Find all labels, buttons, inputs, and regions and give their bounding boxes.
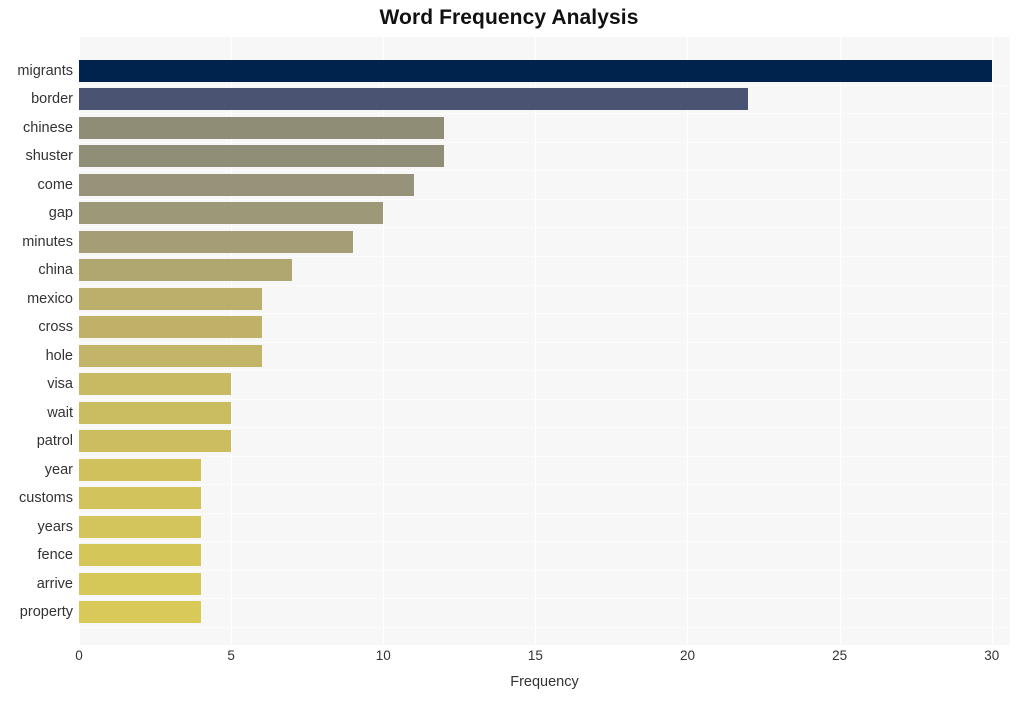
gridline-horizontal: [79, 484, 1010, 485]
bar: [79, 145, 445, 168]
chart-title: Word Frequency Analysis: [379, 6, 639, 29]
y-axis-tick-label: patrol: [36, 433, 73, 450]
bar: [79, 572, 201, 595]
gridline-horizontal: [79, 598, 1010, 599]
y-axis-tick-label: china: [38, 262, 73, 279]
bar: [79, 601, 201, 624]
y-axis-tick-label: year: [44, 461, 73, 478]
y-axis-tick-label: mexico: [27, 290, 73, 307]
x-axis-title: Frequency: [510, 674, 579, 690]
y-axis-tick-label: hole: [45, 347, 73, 364]
gridline-horizontal: [79, 85, 1010, 86]
gridline-horizontal: [79, 541, 1010, 542]
y-axis-tick-label: years: [37, 518, 73, 535]
gridline-vertical: [687, 37, 689, 645]
gridline-horizontal: [79, 399, 1010, 400]
gridline-horizontal: [79, 513, 1010, 514]
x-axis-tick-label: 10: [375, 648, 391, 663]
gridline-horizontal: [79, 170, 1010, 171]
y-axis-tick-label: shuster: [25, 148, 73, 165]
y-axis-tick-label: property: [19, 604, 73, 621]
bar: [79, 88, 749, 111]
bar: [79, 430, 232, 453]
gridline-horizontal: [79, 142, 1010, 143]
bar: [79, 116, 445, 139]
gridline-horizontal: [79, 285, 1010, 286]
bar: [79, 487, 201, 510]
y-axis-tick-label: wait: [47, 404, 73, 421]
y-axis-tick-label: customs: [19, 490, 73, 507]
y-axis-tick-label: cross: [38, 319, 73, 336]
gridline-horizontal: [79, 313, 1010, 314]
plot-area: [79, 37, 1010, 645]
y-axis-tick-label: chinese: [23, 119, 73, 136]
word-frequency-bar-chart: Word Frequency Analysis migrants border ch…: [0, 0, 1018, 701]
gridline-horizontal: [79, 370, 1010, 371]
gridline-horizontal: [79, 342, 1010, 343]
y-axis-tick-labels: migrants border chinese shuster come gap minut…: [0, 37, 73, 645]
y-axis-tick-label: migrants: [17, 62, 73, 79]
y-axis-tick-label: come: [37, 176, 73, 193]
bar: [79, 373, 232, 396]
gridline-vertical: [991, 37, 993, 645]
gridline-horizontal: [79, 456, 1010, 457]
bar: [79, 59, 992, 82]
x-axis-tick-label: 0: [75, 648, 83, 663]
gridline-horizontal: [79, 199, 1010, 200]
gridline-vertical: [839, 37, 841, 645]
gridline-horizontal: [79, 570, 1010, 571]
x-axis-tick-labels: 0 5 10 15 20 25 30: [0, 648, 1018, 670]
x-axis-tick-label: 5: [227, 648, 235, 663]
y-axis-tick-label: arrive: [36, 575, 73, 592]
y-axis-tick-label: fence: [37, 547, 73, 564]
y-axis-tick-label: visa: [47, 376, 73, 393]
y-axis-tick-label: border: [31, 91, 73, 108]
y-axis-tick-label: minutes: [22, 233, 73, 250]
gridline-horizontal: [79, 227, 1010, 228]
bar: [79, 344, 262, 367]
gridline-horizontal: [79, 427, 1010, 428]
bar: [79, 515, 201, 538]
y-axis-tick-label: gap: [48, 205, 73, 222]
x-axis-tick-label: 15: [527, 648, 543, 663]
bar: [79, 202, 384, 225]
x-axis-tick-label: 25: [832, 648, 848, 663]
gridline-horizontal: [79, 256, 1010, 257]
bar: [79, 230, 353, 253]
bar: [79, 544, 201, 567]
bar: [79, 316, 262, 339]
gridline-vertical: [535, 37, 537, 645]
bar: [79, 458, 201, 481]
bar: [79, 287, 262, 310]
bar: [79, 259, 292, 282]
bar: [79, 401, 232, 424]
gridline-horizontal: [79, 113, 1010, 114]
x-axis-tick-label: 20: [679, 648, 695, 663]
gridline-horizontal: [79, 627, 1010, 628]
x-axis-tick-label: 30: [984, 648, 1000, 663]
bar: [79, 173, 414, 196]
